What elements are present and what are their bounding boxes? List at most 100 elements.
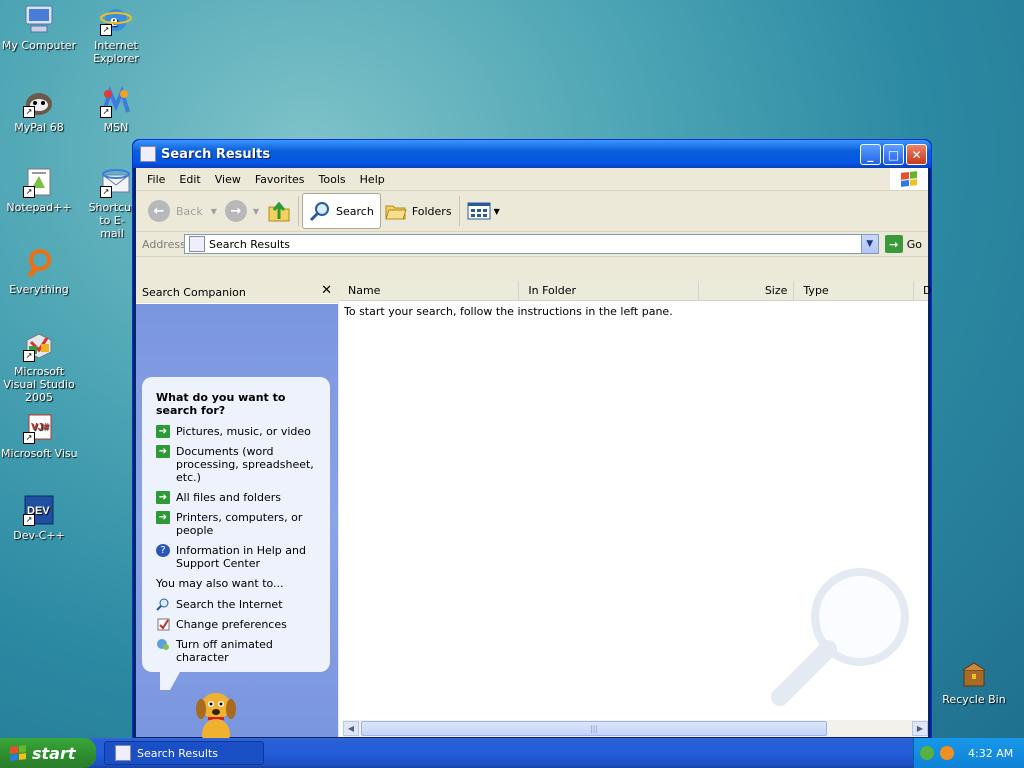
folders-button[interactable]: Folders: [381, 194, 456, 228]
option-documents[interactable]: ➔ Documents (word processing, spreadshee…: [156, 445, 318, 484]
search-button[interactable]: Search: [302, 193, 381, 229]
green-arrow-icon: ➔: [156, 425, 170, 438]
desktop-icon-notepadpp[interactable]: ↗ Notepad++: [1, 166, 77, 214]
system-tray: 4:32 AM: [913, 738, 1024, 768]
chevron-right-icon: ▶: [916, 724, 924, 733]
magnifier-watermark-icon: [771, 568, 909, 706]
clock[interactable]: 4:32 AM: [968, 747, 1013, 760]
option-label: Change preferences: [176, 618, 287, 631]
title-bar[interactable]: Search Results _ □ ✕: [133, 140, 931, 168]
folders-icon: [385, 205, 407, 220]
desktop-icon-dev-cpp[interactable]: DEV ↗ Dev-C++: [1, 494, 77, 542]
desktop-icon-internet-explorer[interactable]: e ↗ Internet Explorer: [78, 4, 154, 65]
chevron-down-icon: ▼: [252, 206, 260, 216]
maximize-button[interactable]: □: [883, 144, 904, 165]
desktop-icon-label: Notepad++: [6, 201, 72, 214]
option-pictures-music-video[interactable]: ➔ Pictures, music, or video: [156, 425, 318, 438]
option-change-preferences[interactable]: Change preferences: [156, 618, 318, 631]
folders-label: Folders: [411, 204, 452, 218]
desktop-icon-recycle-bin[interactable]: Recycle Bin: [936, 658, 1012, 706]
green-arrow-icon: ➔: [156, 511, 170, 524]
my-computer-icon: [23, 4, 55, 36]
go-button[interactable]: → Go: [879, 235, 928, 253]
menu-help[interactable]: Help: [353, 171, 392, 188]
search-question: What do you want to search for?: [156, 391, 286, 417]
menu-view[interactable]: View: [208, 171, 248, 188]
option-turn-off-character[interactable]: Turn off animated character: [156, 638, 318, 664]
desktop-icon-label: Microsoft Visual Studio 2005: [3, 365, 75, 404]
desktop-icon-msn[interactable]: ↗ MSN: [78, 86, 154, 134]
menu-favorites[interactable]: Favorites: [248, 171, 312, 188]
scroll-right-button[interactable]: ▶: [912, 721, 928, 736]
minimize-icon: _: [867, 147, 874, 162]
option-label: Printers, computers, or people: [176, 511, 303, 537]
desktop-icon-visual-jsharp[interactable]: VJ# ↗ Microsoft Visual J# 2005 Exp...: [1, 412, 77, 460]
forward-button[interactable]: → ▼: [221, 194, 263, 228]
instructions-message: To start your search, follow the instruc…: [344, 305, 673, 318]
up-folder-button[interactable]: [263, 194, 295, 228]
notepad-plus-plus-icon: ↗: [23, 166, 55, 198]
desktop-icon-label: MyPal 68: [14, 121, 64, 134]
address-dropdown-button[interactable]: ▼: [860, 235, 878, 253]
desktop-icon-my-computer[interactable]: My Computer: [1, 4, 77, 52]
window-title: Search Results: [161, 146, 271, 162]
taskbar-button-label: Search Results: [137, 746, 219, 760]
taskbar-button-search-results[interactable]: Search Results: [104, 741, 264, 765]
close-button[interactable]: ✕: [906, 144, 927, 165]
close-pane-icon[interactable]: ✕: [321, 283, 332, 298]
desktop-icon-visual-studio[interactable]: ↗ Microsoft Visual Studio 2005: [1, 330, 77, 404]
visual-studio-icon: ↗: [23, 330, 55, 362]
address-value: Search Results: [209, 237, 291, 251]
option-printers-computers-people[interactable]: ➔ Printers, computers, or people: [156, 511, 318, 537]
desktop-icon-label: Microsoft Visual J# 2005 Exp...: [1, 447, 77, 460]
desktop-icon-label: Everything: [9, 283, 69, 296]
column-name[interactable]: Name: [339, 281, 520, 300]
address-input[interactable]: Search Results ▼: [184, 234, 879, 254]
option-all-files-folders[interactable]: ➔ All files and folders: [156, 491, 318, 504]
search-icon: [309, 202, 330, 222]
horizontal-scrollbar[interactable]: ◀ ||| ▶: [343, 720, 928, 737]
desktop-icon-mypal[interactable]: ↗ MyPal 68: [1, 86, 77, 134]
maximize-icon: □: [887, 147, 900, 162]
menu-tools[interactable]: Tools: [312, 171, 353, 188]
option-help-support[interactable]: ? Information in Help and Support Center: [156, 544, 318, 570]
start-button[interactable]: start: [0, 738, 96, 768]
windows-logo-icon: [10, 745, 26, 761]
menu-file[interactable]: File: [140, 171, 172, 188]
internet-explorer-icon: e ↗: [100, 4, 132, 36]
search-label: Search: [336, 204, 374, 218]
go-label: Go: [906, 237, 922, 251]
column-size[interactable]: Size: [699, 281, 795, 300]
option-label: Turn off animated character: [176, 638, 273, 664]
back-arrow-icon: ←: [148, 200, 170, 222]
address-label: Address: [142, 237, 186, 251]
chevron-left-icon: ◀: [347, 724, 355, 733]
scrollbar-thumb[interactable]: |||: [361, 721, 827, 736]
menu-bar: File Edit View Favorites Tools Help: [136, 168, 928, 191]
desktop-icon-everything[interactable]: Everything: [1, 248, 77, 296]
start-label: start: [32, 743, 76, 763]
chevron-down-icon: ▼: [493, 206, 500, 216]
msn-icon: ↗: [100, 86, 132, 118]
help-icon: ?: [156, 544, 170, 557]
back-label: Back: [176, 204, 203, 218]
mypal-icon: ↗: [23, 86, 55, 118]
close-icon: ✕: [911, 147, 922, 162]
back-button[interactable]: ← Back ▼: [144, 194, 221, 228]
animated-character-icon: [156, 638, 170, 651]
minimize-button[interactable]: _: [860, 144, 881, 165]
search-results-window[interactable]: Search Results _ □ ✕ File Edit View Favo…: [132, 139, 932, 752]
column-type[interactable]: Type: [794, 281, 914, 300]
chevron-down-icon: ▼: [866, 239, 874, 249]
scroll-left-button[interactable]: ◀: [343, 721, 359, 736]
network-tray-icon[interactable]: [920, 746, 934, 760]
search-tray-icon[interactable]: [940, 746, 954, 760]
search-results-icon: [115, 745, 131, 761]
search-companion-title: Search Companion: [142, 285, 246, 299]
email-shortcut-icon: ↗: [100, 166, 132, 198]
views-button[interactable]: ▼: [463, 194, 504, 228]
column-date[interactable]: D: [914, 281, 931, 300]
option-search-internet[interactable]: Search the Internet: [156, 598, 318, 611]
column-in-folder[interactable]: In Folder: [519, 281, 699, 300]
menu-edit[interactable]: Edit: [172, 171, 207, 188]
